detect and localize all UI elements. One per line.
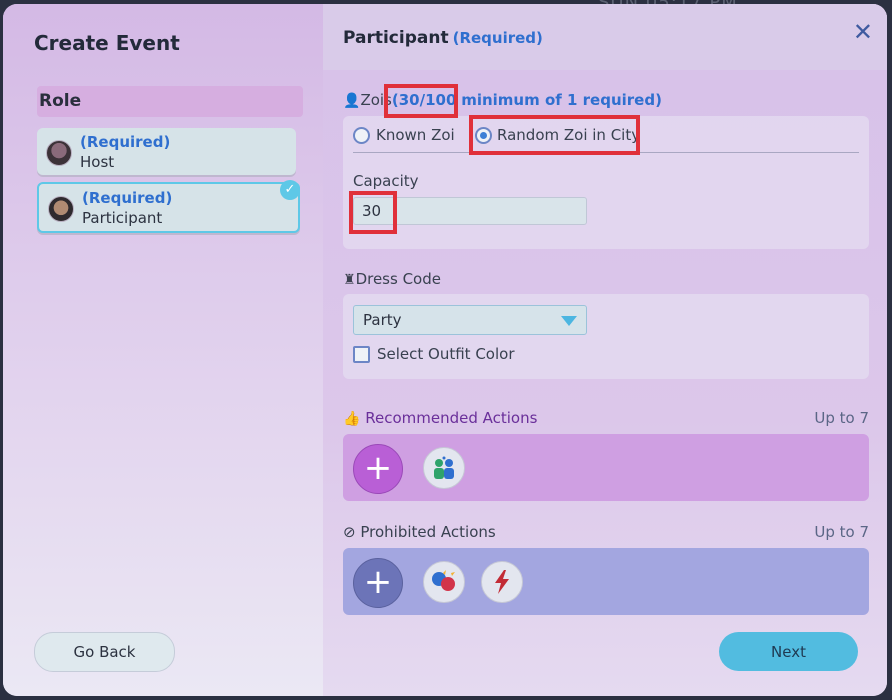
lightning-icon[interactable] xyxy=(481,561,523,603)
known-zoi-radio[interactable] xyxy=(353,127,370,144)
role-required-label: (Required) xyxy=(82,189,173,207)
add-icon[interactable]: + xyxy=(353,558,403,608)
dialog-title: Create Event xyxy=(34,31,180,55)
participant-avatar xyxy=(48,196,74,222)
prohibited-label: Prohibited Actions xyxy=(360,523,496,541)
prohibited-label-row: ⊘ Prohibited Actions xyxy=(343,523,496,541)
dress-code-label-row: ♜Dress Code xyxy=(343,270,441,288)
role-card-host[interactable]: (Required) Host xyxy=(37,128,296,175)
highlight-box-random-zoi xyxy=(469,115,640,155)
capacity-label: Capacity xyxy=(353,172,419,190)
dress-code-value: Party xyxy=(363,311,402,329)
outfit-color-checkbox[interactable] xyxy=(353,346,370,363)
host-avatar xyxy=(46,140,72,166)
recommended-label: Recommended Actions xyxy=(365,409,538,427)
known-zoi-label[interactable]: Known Zoi xyxy=(376,126,455,144)
prohibited-panel: + xyxy=(343,548,869,615)
group-cheer-icon[interactable] xyxy=(423,447,465,489)
role-header-label: Role xyxy=(39,91,82,111)
zois-minimum: minimum of 1 required) xyxy=(461,91,662,109)
recommended-limit: Up to 7 xyxy=(814,409,869,427)
go-back-button[interactable]: Go Back xyxy=(34,632,175,672)
next-button[interactable]: Next xyxy=(719,632,858,671)
recommended-panel: + xyxy=(343,434,869,501)
chevron-down-icon xyxy=(561,316,577,326)
fight-icon[interactable] xyxy=(423,561,465,603)
highlight-box-capacity xyxy=(349,191,397,234)
prohibited-limit: Up to 7 xyxy=(814,523,869,541)
add-icon[interactable]: + xyxy=(353,444,403,494)
prohibited-icon: ⊘ xyxy=(343,523,356,541)
checkmark-icon: ✓ xyxy=(280,180,300,200)
participant-required: (Required) xyxy=(452,29,543,47)
role-name: Host xyxy=(80,153,115,171)
person-icon: 👤 xyxy=(343,93,361,109)
close-icon[interactable]: ✕ xyxy=(853,18,873,46)
dress-icon: ♜ xyxy=(343,272,356,288)
highlight-box-zoi-count xyxy=(384,84,458,118)
role-required-label: (Required) xyxy=(80,133,171,151)
left-panel: Create Event Role (Required) Host (Requi… xyxy=(3,4,323,696)
dress-code-panel: Party Select Outfit Color xyxy=(343,294,869,379)
participant-title: Participant (Required) xyxy=(343,28,543,48)
recommended-label-row: 👍 Recommended Actions xyxy=(343,409,537,427)
outfit-color-label[interactable]: Select Outfit Color xyxy=(377,345,515,363)
participant-title-text: Participant xyxy=(343,28,449,48)
role-name: Participant xyxy=(82,209,163,227)
thumbs-up-icon: 👍 xyxy=(343,411,361,427)
dress-code-select[interactable]: Party xyxy=(353,305,587,335)
role-section-header: Role xyxy=(37,86,303,117)
dress-code-label: Dress Code xyxy=(355,270,441,288)
role-card-participant[interactable]: (Required) Participant ✓ xyxy=(37,180,300,233)
